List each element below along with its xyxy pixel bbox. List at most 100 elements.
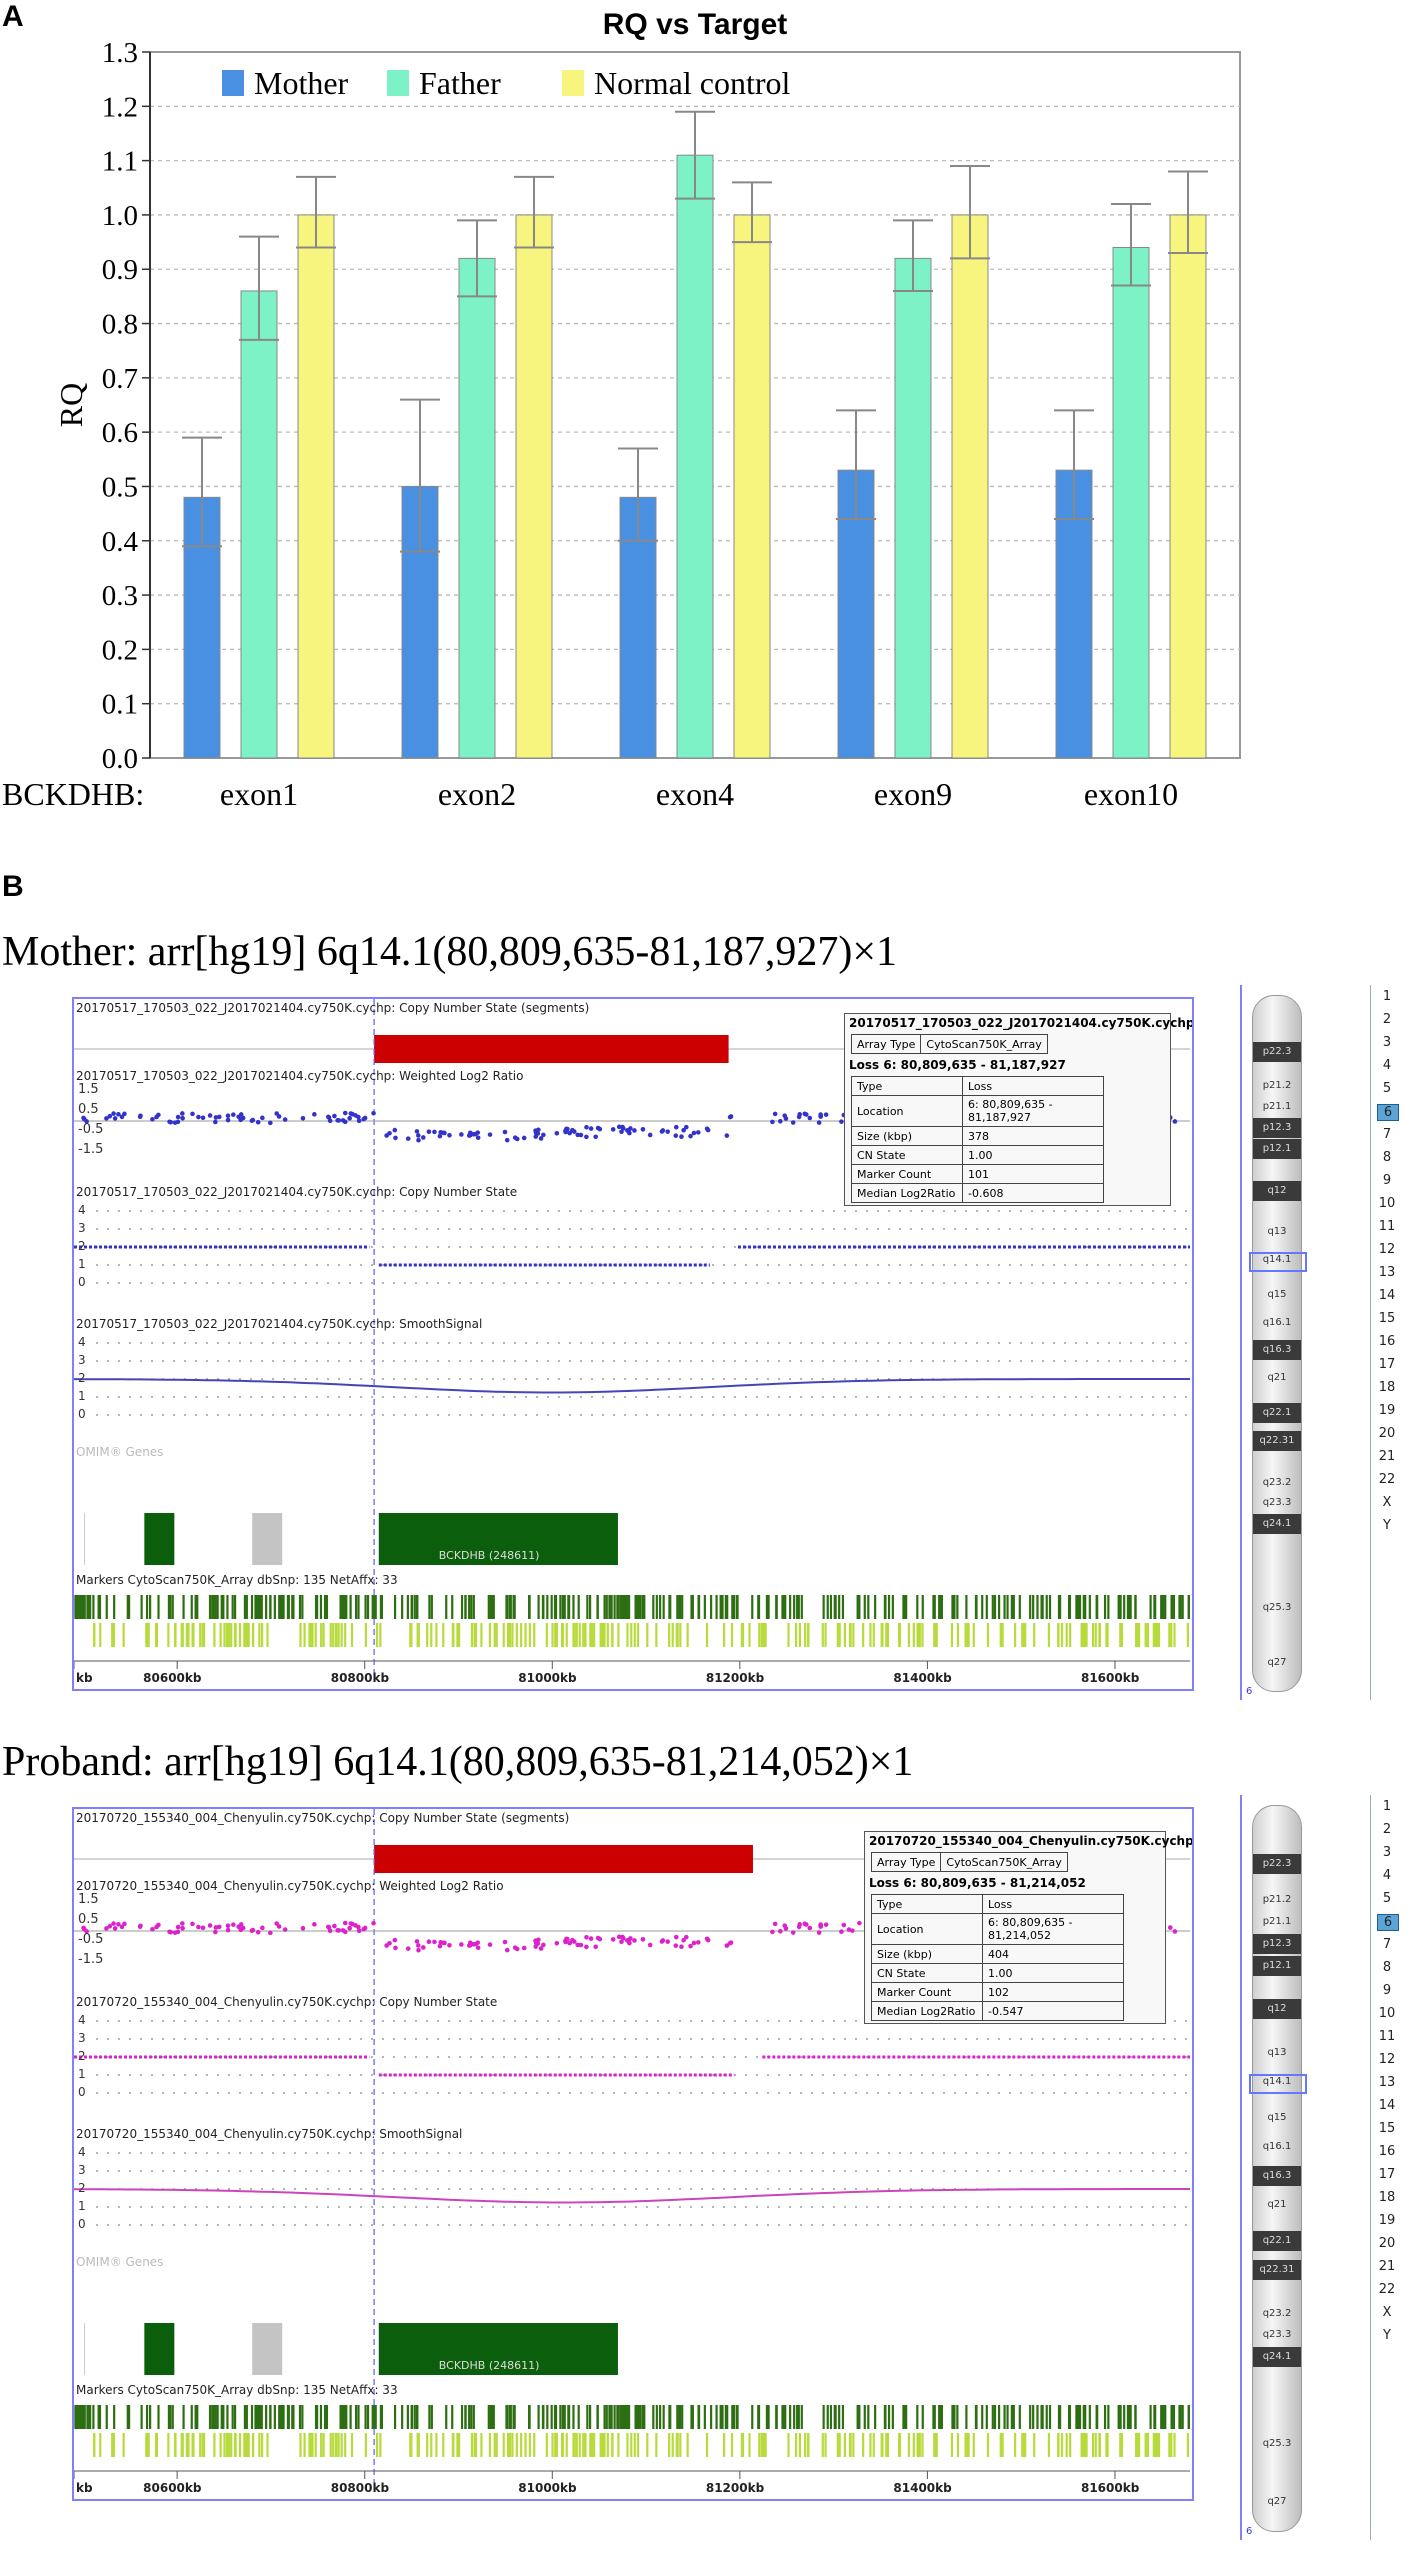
chromosome-item-21[interactable]: 21 [1377,1449,1397,1464]
log2-point [695,1940,701,1945]
chromosome-item-7[interactable]: 7 [1377,1937,1397,1952]
log2-point [504,1137,510,1143]
log2-point [104,1926,109,1931]
chromosome-item-5[interactable]: 5 [1377,1891,1397,1906]
y-tick-label: 1.3 [102,37,138,69]
log2-point [356,1118,362,1124]
chromosome-item-Y[interactable]: Y [1377,1518,1397,1533]
mother-array-view: 20170517_170503_022_J2017021404.cy750K.c… [0,985,1410,1705]
log2-point [538,1946,544,1951]
chromosome-item-20[interactable]: 20 [1377,1426,1397,1441]
y-tick-label: 1.2 [102,91,138,123]
x-axis-label: kb [76,2481,93,2495]
chromosome-item-11[interactable]: 11 [1377,2029,1397,2044]
chromosome-band-q21: q21 [1267,2198,1287,2210]
smooth-track-label: 20170720_155340_004_Chenyulin.cy750K.cyc… [76,2127,463,2141]
info-label: Marker Count [871,1982,983,2002]
chromosome-item-4[interactable]: 4 [1377,1868,1397,1883]
chromosome-item-12[interactable]: 12 [1377,2052,1397,2067]
y-tick-label: 0.8 [102,309,138,341]
chromosome-item-15[interactable]: 15 [1377,2121,1397,2136]
log2-point [420,1945,426,1950]
chromosome-item-3[interactable]: 3 [1377,1035,1397,1050]
x-axis-label: 81400kb [893,2481,952,2495]
log2-point [225,1117,231,1123]
gene-small-green [144,1513,175,1565]
chromosome-ideogram-panel: p22.3 p21.2 p21.1 p12.3 p12.1 q12 q13 q14.1 q15 q… [1240,985,1312,1700]
log2-point [588,1126,594,1131]
chromosome-item-1[interactable]: 1 [1377,989,1397,1004]
cn-tick: 2 [78,2049,86,2063]
chromosome-item-2[interactable]: 2 [1377,1012,1397,1027]
log2-point [640,1127,646,1132]
chromosome-item-Y[interactable]: Y [1377,2328,1397,2343]
gene-small-gray [252,1513,283,1565]
log2-point [238,1117,243,1123]
chromosome-item-6[interactable]: 6 [1377,1914,1399,1931]
x-category-label: exon10 [1084,776,1178,812]
chromosome-band-q16-1: q16.1 [1262,2140,1292,2152]
chromosome-item-16[interactable]: 16 [1377,1334,1397,1349]
chromosome-item-4[interactable]: 4 [1377,1058,1397,1073]
chromosome-item-18[interactable]: 18 [1377,2190,1397,2205]
y-tick-label: 0.9 [102,254,138,286]
chromosome-item-14[interactable]: 14 [1377,1288,1397,1303]
chromosome-item-3[interactable]: 3 [1377,1845,1397,1860]
log2-point [340,1118,346,1123]
chromosome-item-17[interactable]: 17 [1377,2167,1397,2182]
chromosome-item-22[interactable]: 22 [1377,2282,1397,2297]
chromosome-item-18[interactable]: 18 [1377,1380,1397,1395]
log2-point [679,1134,684,1140]
info-array-table: Array Type CytoScan750K_Array [870,1852,1068,1872]
chromosome-item-9[interactable]: 9 [1377,1173,1397,1188]
chromosome-item-14[interactable]: 14 [1377,2098,1397,2113]
chromosome-item-11[interactable]: 11 [1377,1219,1397,1234]
log2-point [571,1129,577,1134]
chromosome-band-p22-3: p22.3 [1253,1854,1301,1874]
smooth-tick: 1 [78,1389,86,1403]
chromosome-item-15[interactable]: 15 [1377,1311,1397,1326]
log2-point [823,1922,829,1927]
chromosome-item-19[interactable]: 19 [1377,2213,1397,2228]
chromosome-item-16[interactable]: 16 [1377,2144,1397,2159]
chromosome-item-6[interactable]: 6 [1377,1104,1399,1121]
log2-point [393,1945,398,1951]
chromosome-item-9[interactable]: 9 [1377,1983,1397,1998]
log2-point [260,1925,265,1931]
log2-point [137,1924,143,1929]
smooth-tick: 0 [78,1407,86,1421]
chromosome-item-7[interactable]: 7 [1377,1127,1397,1142]
info-value: 101 [962,1164,1104,1184]
x-axis-label: 80600kb [143,2481,202,2495]
chromosome-item-8[interactable]: 8 [1377,1960,1397,1975]
chromosome-item-17[interactable]: 17 [1377,1357,1397,1372]
log2-point [426,1939,432,1944]
chromosome-item-22[interactable]: 22 [1377,1472,1397,1487]
bar-father [458,257,496,759]
chromosome-item-X[interactable]: X [1377,2305,1397,2320]
chromosome-item-1[interactable]: 1 [1377,1799,1397,1814]
chromosome-item-10[interactable]: 10 [1377,1196,1397,1211]
chromosome-item-12[interactable]: 12 [1377,1242,1397,1257]
chromosome-item-2[interactable]: 2 [1377,1822,1397,1837]
chromosome-item-10[interactable]: 10 [1377,2006,1397,2021]
chromosome-item-20[interactable]: 20 [1377,2236,1397,2251]
chromosome-item-5[interactable]: 5 [1377,1081,1397,1096]
chromosome-item-21[interactable]: 21 [1377,2259,1397,2274]
log2-point [705,1937,711,1943]
log2-point [620,1124,625,1130]
chromosome-item-X[interactable]: X [1377,1495,1397,1510]
chromosome-item-19[interactable]: 19 [1377,1403,1397,1418]
gene-stub [84,1513,85,1565]
log2-point [487,1132,493,1137]
cn-tick: 1 [78,1257,86,1271]
legend-swatch [222,70,244,96]
chromosome-item-8[interactable]: 8 [1377,1150,1397,1165]
info-label: Location [851,1095,963,1127]
chromosome-item-13[interactable]: 13 [1377,2075,1397,2090]
chromosome-item-13[interactable]: 13 [1377,1265,1397,1280]
chromosome-band-q22-1: q22.1 [1253,2231,1301,2251]
log2-point [276,1114,282,1119]
log2-point [504,1947,510,1953]
omim-label: OMIM® Genes [76,2255,164,2269]
